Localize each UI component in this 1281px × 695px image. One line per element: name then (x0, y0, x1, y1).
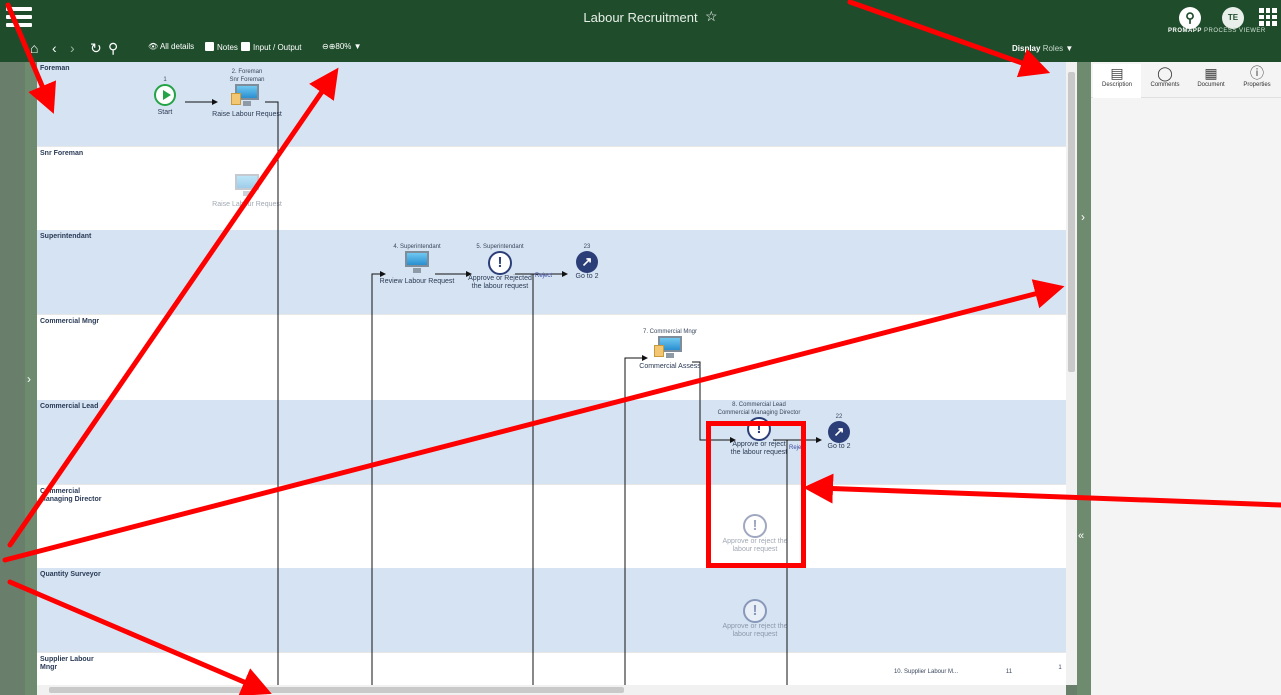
horizontal-scroll-thumb[interactable] (49, 687, 624, 693)
tab-comments[interactable]: ◯ Comments (1141, 64, 1189, 88)
document-icon: ▦ (1204, 65, 1218, 81)
input-output-checkbox[interactable] (241, 42, 250, 51)
exclamation-icon: ! (743, 599, 767, 623)
promapp-logo-icon: ⚲ (1179, 7, 1201, 29)
decision-approve-or-reject-5[interactable]: 5. Superintendant ! Approve or Rejected … (462, 243, 538, 291)
apps-grid-icon[interactable] (1259, 8, 1277, 26)
home-icon[interactable]: ⌂ (30, 40, 38, 56)
eye-icon: 👁 (148, 42, 159, 51)
vertical-scroll-thumb[interactable] (1068, 72, 1075, 372)
display-select[interactable]: Display Roles ▼ (1012, 44, 1073, 53)
task-monitor-icon (403, 251, 431, 275)
step-raise-labour-request-shared[interactable]: Raise Labour Request (205, 174, 289, 209)
expand-right-icon[interactable]: › (1081, 210, 1085, 224)
info-icon: ⓘ (1250, 65, 1264, 81)
task-monitor-icon (233, 174, 261, 198)
step-supplier-labour[interactable]: 10. Supplier Labour M... (881, 668, 971, 676)
search-icon[interactable]: ⚲ (108, 40, 118, 57)
step-review-labour-request[interactable]: 4. Superintendant Review Labour Request (373, 243, 461, 286)
expand-left-icon[interactable]: › (27, 372, 31, 386)
process-diagram-canvas[interactable]: Foreman Snr Foreman Superintendant Comme… (37, 62, 1066, 685)
process-viewer-app: Labour Recruitment ☆ ⚲ TE PROMAPP PROCES… (0, 0, 1281, 695)
zoom-out-icon[interactable]: ⊖ (322, 42, 329, 51)
decision-shared-commercial-md[interactable]: ! Approve or reject the labour request (709, 514, 801, 554)
brand-text: PROMAPP PROCESS VIEWER (1168, 28, 1266, 34)
goto-arrow-icon: ↗ (828, 421, 850, 443)
tab-document[interactable]: ▦ Document (1187, 64, 1235, 88)
task-monitor-icon (231, 84, 261, 108)
node-11[interactable]: 11 (999, 668, 1019, 676)
exclamation-icon: ! (747, 417, 771, 441)
chevron-down-icon: ▼ (1065, 44, 1074, 53)
horizontal-scrollbar[interactable] (37, 685, 1066, 695)
notes-toggle[interactable]: Notes (200, 42, 238, 52)
start-node[interactable]: 1 Start (145, 76, 185, 117)
tab-properties[interactable]: ⓘ Properties (1233, 64, 1281, 88)
zoom-dropdown-icon[interactable]: ▼ (354, 42, 362, 51)
connector-lines (185, 99, 822, 685)
top-bar: Labour Recruitment ☆ ⚲ TE PROMAPP PROCES… (0, 0, 1281, 38)
zoom-control[interactable]: ⊖⊕80% ▼ (322, 42, 362, 51)
tab-description[interactable]: ▤ Description (1093, 64, 1141, 98)
toolbar: ⌂ ‹ › ↻ ⚲ 👁 All details Notes Input / Ou… (0, 38, 1281, 62)
goto-arrow-icon: ↗ (576, 251, 598, 273)
step-commercial-assess[interactable]: 7. Commercial Mngr Commercial Assess (622, 328, 718, 371)
all-details-toggle[interactable]: 👁 All details (148, 42, 194, 51)
step-raise-labour-request[interactable]: 2. Foreman Snr Foreman Raise Labour Requ… (205, 68, 289, 119)
favourite-star-icon[interactable]: ☆ (705, 8, 718, 25)
branch-label-reject-8: Reject (789, 445, 807, 451)
goto-node-22[interactable]: 22 ↗ Go to 2 (821, 413, 857, 451)
exclamation-icon: ! (743, 514, 767, 538)
details-panel: ▤ Description ◯ Comments ▦ Document ⓘ Proper… (1091, 62, 1281, 695)
decision-shared-quantity-surveyor[interactable]: ! Approve or reject the labour request (709, 599, 801, 639)
description-icon: ▤ (1110, 65, 1124, 81)
exclamation-icon: ! (488, 251, 512, 275)
vertical-scrollbar[interactable] (1066, 62, 1077, 685)
back-icon[interactable]: ‹ (52, 40, 57, 56)
goto-node-23[interactable]: 23 ↗ Go to 2 (569, 243, 605, 281)
forward-icon[interactable]: › (70, 40, 75, 56)
process-title: Labour Recruitment (583, 10, 698, 25)
start-play-icon (154, 84, 176, 106)
comments-icon: ◯ (1157, 65, 1173, 81)
node-edge[interactable]: 1 (1055, 664, 1065, 672)
input-output-toggle[interactable]: Input / Output (236, 42, 301, 52)
task-monitor-icon (654, 336, 684, 360)
right-collapse-strip[interactable] (1077, 62, 1091, 695)
collapse-panel-icon[interactable]: « (1078, 530, 1084, 542)
refresh-icon[interactable]: ↻ (90, 40, 102, 57)
user-avatar[interactable]: TE (1222, 7, 1244, 29)
panel-tabs: ▤ Description ◯ Comments ▦ Document ⓘ Proper… (1091, 62, 1281, 98)
notes-checkbox[interactable] (205, 42, 214, 51)
branch-label-reject: Reject (535, 273, 553, 279)
